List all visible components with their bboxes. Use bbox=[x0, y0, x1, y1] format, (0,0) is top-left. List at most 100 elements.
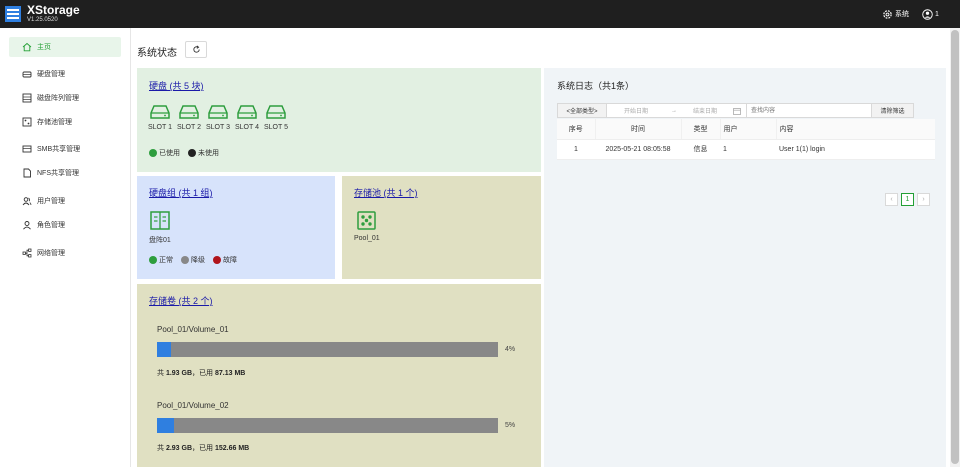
sidebar-item-nfs[interactable]: NFS共享管理 bbox=[9, 163, 121, 183]
volume-usage-bar bbox=[157, 418, 498, 433]
capacity-used-prefix: ，已用 bbox=[192, 445, 215, 452]
sidebar-item-label: 主页 bbox=[37, 44, 51, 51]
disk-slot[interactable]: SLOT 3 bbox=[203, 104, 233, 131]
app-version: V1.25.0520 bbox=[27, 17, 58, 23]
page-title: 系统状态 bbox=[137, 48, 177, 59]
legend-used: 已使用 bbox=[149, 148, 180, 158]
table-row[interactable]: 1 2025-05-21 08:05:58 信息 1 User 1(1) log… bbox=[557, 139, 935, 160]
fault-dot bbox=[213, 256, 221, 264]
sidebar-item-label: 磁盘阵列管理 bbox=[37, 95, 79, 102]
sidebar-item-disks[interactable]: 硬盘管理 bbox=[9, 64, 121, 84]
legend-degraded: 降级 bbox=[181, 255, 205, 265]
volume-usage-percent: 4% bbox=[505, 346, 516, 353]
storage-pool-panel-link[interactable]: 存储池 (共 1 个) bbox=[354, 186, 418, 199]
capacity-used: 152.66 MB bbox=[214, 445, 250, 452]
degraded-dot bbox=[181, 256, 189, 264]
legend-fault-label: 故障 bbox=[223, 257, 237, 264]
log-table-header: 序号 时间 类型 用户 内容 bbox=[557, 119, 935, 140]
sidebar-item-label: 角色管理 bbox=[37, 222, 65, 229]
disk-panel-link[interactable]: 硬盘 (共 5 块) bbox=[149, 79, 204, 92]
storage-volume-panel-link[interactable]: 存储卷 (共 2 个) bbox=[149, 294, 213, 307]
scrollbar-thumb[interactable] bbox=[951, 30, 959, 464]
volume-capacity-info: 共 2.93 GB，已用 152.66 MB bbox=[157, 443, 249, 453]
log-user: 1 bbox=[720, 139, 776, 160]
storage-pool-icon[interactable] bbox=[357, 211, 376, 230]
disk-icon bbox=[22, 71, 32, 78]
prev-page-button[interactable]: ‹ bbox=[885, 193, 898, 206]
smb-icon bbox=[22, 145, 32, 153]
legend-fault: 故障 bbox=[213, 255, 237, 265]
page-scrollbar[interactable] bbox=[950, 28, 960, 467]
system-menu-button[interactable]: 系统 bbox=[882, 8, 909, 20]
sidebar: 主页 硬盘管理 磁盘阵列管理 存储池管理 SMB共享管理 NFS共享管理 用户管… bbox=[0, 28, 131, 467]
slot-label: SLOT 1 bbox=[148, 124, 172, 131]
sidebar-item-raid[interactable]: 磁盘阵列管理 bbox=[9, 88, 121, 108]
disk-group-label: 盘阵01 bbox=[149, 237, 171, 244]
sidebar-item-pools[interactable]: 存储池管理 bbox=[9, 112, 121, 132]
array-icon bbox=[22, 93, 32, 103]
start-date-input[interactable]: 开始日期 bbox=[624, 106, 648, 115]
legend-unused-label: 未使用 bbox=[198, 150, 219, 157]
disk-slot[interactable]: SLOT 4 bbox=[232, 104, 262, 131]
sidebar-item-label: 存储池管理 bbox=[37, 119, 72, 126]
users-icon bbox=[22, 197, 32, 206]
capacity-used: 87.13 MB bbox=[214, 370, 246, 377]
hard-drive-icon bbox=[208, 105, 228, 119]
date-range-picker[interactable]: 开始日期 → 结束日期 bbox=[607, 103, 747, 118]
capacity-used-prefix: ，已用 bbox=[192, 370, 215, 377]
column-header[interactable]: 类型 bbox=[681, 119, 721, 140]
volume-name: Pool_01/Volume_02 bbox=[157, 401, 229, 410]
disk-slot[interactable]: SLOT 5 bbox=[261, 104, 291, 131]
sidebar-item-users[interactable]: 用户管理 bbox=[9, 191, 121, 211]
column-header[interactable]: 时间 bbox=[595, 119, 682, 140]
column-header[interactable]: 内容 bbox=[776, 119, 935, 140]
disk-array-icon[interactable] bbox=[150, 211, 170, 230]
calendar-icon bbox=[733, 108, 741, 115]
network-icon bbox=[22, 248, 32, 258]
next-page-button[interactable]: › bbox=[917, 193, 930, 206]
normal-dot bbox=[149, 256, 157, 264]
user-avatar-icon bbox=[922, 8, 933, 20]
log-search-input[interactable] bbox=[747, 103, 872, 118]
used-dot bbox=[149, 149, 157, 157]
end-date-input[interactable]: 结束日期 bbox=[693, 106, 717, 115]
page-number-button[interactable]: 1 bbox=[901, 193, 914, 206]
system-log-title: 系统日志（共1条） bbox=[557, 81, 635, 91]
user-menu-button[interactable]: 1 bbox=[922, 8, 939, 20]
disk-slot[interactable]: SLOT 2 bbox=[174, 104, 204, 131]
legend-used-label: 已使用 bbox=[159, 150, 180, 157]
system-label: 系统 bbox=[895, 11, 909, 18]
volume-capacity-info: 共 1.93 GB，已用 87.13 MB bbox=[157, 368, 245, 378]
sidebar-item-label: SMB共享管理 bbox=[37, 146, 81, 153]
volume-name: Pool_01/Volume_01 bbox=[157, 325, 229, 334]
disk-group-panel: 硬盘组 (共 1 组) 盘阵01 正常 降级 故障 bbox=[137, 176, 335, 279]
sidebar-item-label: NFS共享管理 bbox=[37, 170, 79, 177]
main-content: 系统状态 硬盘 (共 5 块) SLOT 1 SLOT 2 SLOT 3 SLO… bbox=[131, 28, 950, 467]
disk-group-panel-link[interactable]: 硬盘组 (共 1 组) bbox=[149, 186, 213, 199]
column-header[interactable]: 用户 bbox=[720, 119, 777, 140]
disk-panel: 硬盘 (共 5 块) SLOT 1 SLOT 2 SLOT 3 SLOT 4 S… bbox=[137, 68, 541, 172]
sidebar-item-smb[interactable]: SMB共享管理 bbox=[9, 139, 121, 159]
clear-filter-button[interactable]: 清除筛选 bbox=[872, 103, 914, 118]
log-type-select[interactable]: <全部类型> bbox=[557, 103, 607, 118]
column-header[interactable]: 序号 bbox=[557, 119, 596, 140]
home-icon bbox=[22, 42, 32, 52]
unused-dot bbox=[188, 149, 196, 157]
capacity-total-prefix: 共 bbox=[157, 445, 166, 452]
top-bar: XStorage V1.25.0520 系统 1 bbox=[0, 0, 960, 28]
slot-label: SLOT 3 bbox=[206, 124, 230, 131]
logo-icon bbox=[5, 6, 21, 22]
volume-usage-percent: 5% bbox=[505, 422, 516, 429]
app-title: XStorage bbox=[27, 3, 80, 17]
refresh-button[interactable] bbox=[185, 41, 207, 58]
log-index: 1 bbox=[557, 139, 595, 160]
sidebar-item-label: 网络管理 bbox=[37, 250, 65, 257]
hard-drive-icon bbox=[179, 105, 199, 119]
disk-slot[interactable]: SLOT 1 bbox=[145, 104, 175, 131]
sidebar-item-home[interactable]: 主页 bbox=[9, 37, 121, 57]
slot-label: SLOT 2 bbox=[177, 124, 201, 131]
sidebar-item-network[interactable]: 网络管理 bbox=[9, 243, 121, 263]
sidebar-item-roles[interactable]: 角色管理 bbox=[9, 215, 121, 235]
log-content: User 1(1) login bbox=[776, 139, 935, 160]
disk-legend: 已使用 未使用 bbox=[149, 148, 219, 158]
